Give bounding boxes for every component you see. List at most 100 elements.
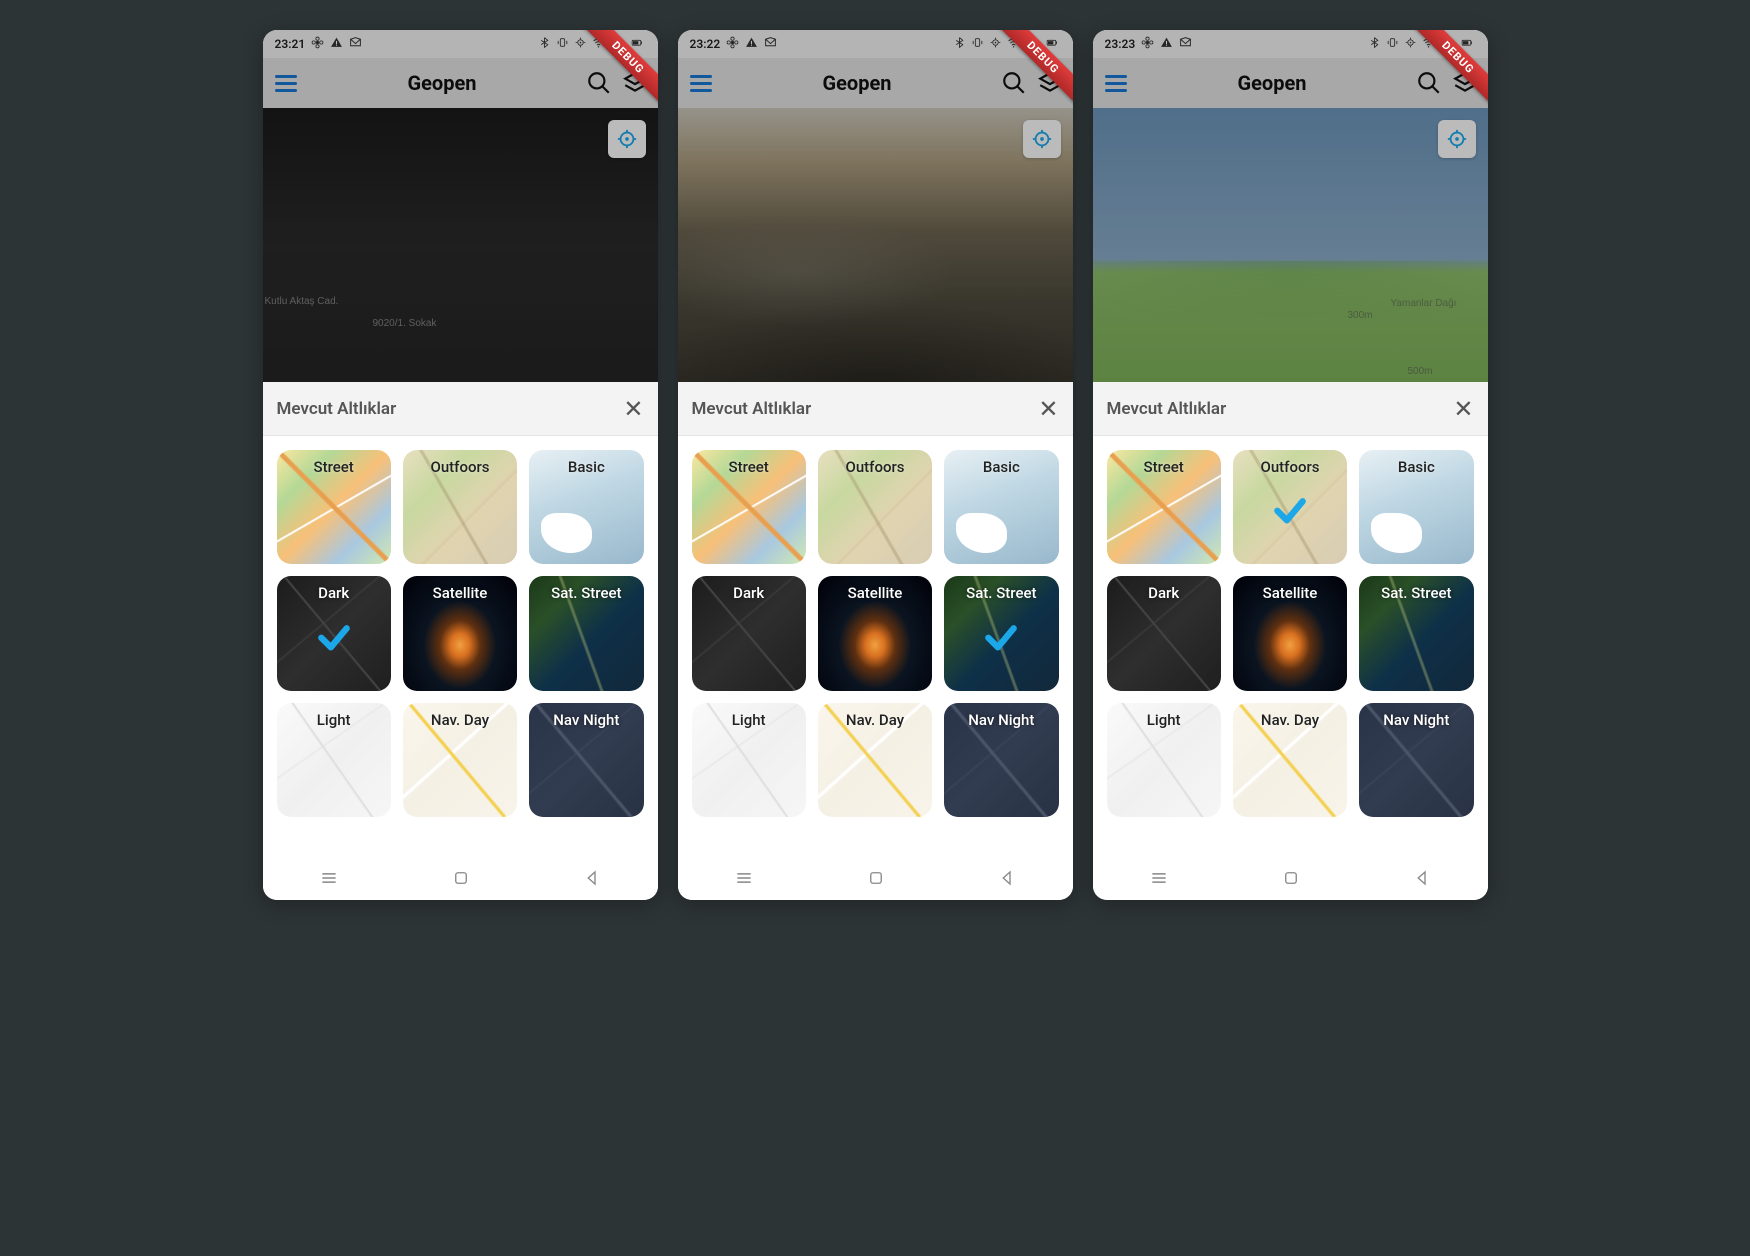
tile-label: Satellite	[848, 584, 903, 602]
bluetooth-icon	[1368, 36, 1381, 52]
basemap-tile-basic[interactable]: Basic	[529, 450, 643, 564]
basemap-tile-satellite[interactable]: Satellite	[818, 576, 932, 690]
search-icon[interactable]	[1001, 70, 1027, 96]
tile-label: Sat. Street	[966, 584, 1036, 602]
basemap-tile-satstreet[interactable]: Sat. Street	[529, 576, 643, 690]
sheet-header: Mevcut Altlıklar ✕	[1093, 382, 1488, 436]
basemap-sheet: Mevcut Altlıklar ✕ Street Outfoors Basic…	[1093, 382, 1488, 831]
locate-button[interactable]	[1438, 120, 1476, 158]
basemap-tile-navday[interactable]: Nav. Day	[403, 703, 517, 817]
location-icon	[989, 36, 1002, 52]
app-title: Geopen	[1139, 71, 1406, 95]
tile-label: Sat. Street	[551, 584, 621, 602]
basemap-tile-navnight[interactable]: Nav Night	[529, 703, 643, 817]
tile-label: Light	[732, 711, 766, 729]
tile-label: Satellite	[433, 584, 488, 602]
search-icon[interactable]	[586, 70, 612, 96]
map-view[interactable]: Kutlu Aktaş Cad.9020/1. Sokak9006/2. Sok…	[263, 108, 658, 382]
tile-label: Basic	[983, 458, 1020, 476]
search-icon[interactable]	[1416, 70, 1442, 96]
menu-button[interactable]	[1103, 69, 1129, 98]
tile-label: Dark	[318, 584, 349, 602]
basemap-tile-street[interactable]: Street	[277, 450, 391, 564]
tile-label: Nav Night	[1383, 711, 1449, 729]
flower-icon	[1141, 36, 1154, 52]
basemap-tile-light[interactable]: Light	[1107, 703, 1221, 817]
basemap-tile-navnight[interactable]: Nav Night	[1359, 703, 1473, 817]
app-title: Geopen	[309, 71, 576, 95]
basemap-tile-outdoors[interactable]: Outfoors	[1233, 450, 1347, 564]
close-icon[interactable]: ✕	[1453, 397, 1473, 421]
bluetooth-icon	[953, 36, 966, 52]
basemap-tile-navnight[interactable]: Nav Night	[944, 703, 1058, 817]
map-view[interactable]: Yamanlar Dağı300m500m	[1093, 108, 1488, 382]
tile-label: Outfoors	[845, 458, 904, 476]
status-time: 23:22	[690, 37, 721, 51]
basemap-tile-satstreet[interactable]: Sat. Street	[944, 576, 1058, 690]
tile-label: Nav. Day	[431, 711, 489, 729]
basemap-tile-dark[interactable]: Dark	[1107, 576, 1221, 690]
tile-label: Nav. Day	[846, 711, 904, 729]
alert-icon	[745, 36, 758, 52]
flower-icon	[726, 36, 739, 52]
locate-button[interactable]	[608, 120, 646, 158]
bluetooth-icon	[538, 36, 551, 52]
tile-label: Dark	[733, 584, 764, 602]
app-bar: Geopen	[1093, 58, 1488, 108]
basemap-tile-navday[interactable]: Nav. Day	[818, 703, 932, 817]
basemap-tile-outdoors[interactable]: Outfoors	[403, 450, 517, 564]
tile-label: Basic	[568, 458, 605, 476]
menu-button[interactable]	[688, 69, 714, 98]
vibrate-icon	[1386, 36, 1399, 52]
back-icon[interactable]	[998, 869, 1016, 887]
back-icon[interactable]	[1413, 869, 1431, 887]
sheet-header: Mevcut Altlıklar ✕	[678, 382, 1073, 436]
home-icon[interactable]	[452, 869, 470, 887]
basemap-tile-street[interactable]: Street	[1107, 450, 1221, 564]
basemap-tile-satellite[interactable]: Satellite	[403, 576, 517, 690]
locate-button[interactable]	[1023, 120, 1061, 158]
back-icon[interactable]	[583, 869, 601, 887]
tile-label: Nav Night	[968, 711, 1034, 729]
basemap-tile-satstreet[interactable]: Sat. Street	[1359, 576, 1473, 690]
basemap-tile-dark[interactable]: Dark	[277, 576, 391, 690]
basemap-tile-satellite[interactable]: Satellite	[1233, 576, 1347, 690]
recent-apps-icon[interactable]	[734, 868, 754, 888]
tile-label: Street	[314, 458, 354, 476]
mail-icon	[349, 36, 362, 52]
close-icon[interactable]: ✕	[1038, 397, 1058, 421]
basemap-grid: Street Outfoors Basic Dark Satellite Sat…	[1093, 436, 1488, 831]
tile-label: Nav Night	[553, 711, 619, 729]
home-icon[interactable]	[1282, 869, 1300, 887]
basemap-tile-light[interactable]: Light	[277, 703, 391, 817]
basemap-tile-dark[interactable]: Dark	[692, 576, 806, 690]
app-bar: Geopen	[678, 58, 1073, 108]
tile-label: Basic	[1398, 458, 1435, 476]
tile-label: Nav. Day	[1261, 711, 1319, 729]
recent-apps-icon[interactable]	[1149, 868, 1169, 888]
home-icon[interactable]	[867, 869, 885, 887]
close-icon[interactable]: ✕	[623, 397, 643, 421]
tile-label: Light	[317, 711, 351, 729]
recent-apps-icon[interactable]	[319, 868, 339, 888]
tile-label: Street	[1144, 458, 1184, 476]
tile-label: Outfoors	[430, 458, 489, 476]
tile-label: Dark	[1148, 584, 1179, 602]
status-time: 23:21	[275, 37, 306, 51]
tile-label: Sat. Street	[1381, 584, 1451, 602]
basemap-tile-basic[interactable]: Basic	[1359, 450, 1473, 564]
menu-button[interactable]	[273, 69, 299, 98]
basemap-tile-basic[interactable]: Basic	[944, 450, 1058, 564]
basemap-tile-street[interactable]: Street	[692, 450, 806, 564]
app-bar: Geopen	[263, 58, 658, 108]
map-view[interactable]	[678, 108, 1073, 382]
system-nav-bar	[678, 856, 1073, 900]
location-icon	[1404, 36, 1417, 52]
basemap-tile-outdoors[interactable]: Outfoors	[818, 450, 932, 564]
tile-label: Street	[729, 458, 769, 476]
basemap-tile-navday[interactable]: Nav. Day	[1233, 703, 1347, 817]
app-title: Geopen	[724, 71, 991, 95]
basemap-tile-light[interactable]: Light	[692, 703, 806, 817]
phone-screen-1: DEBUG 23:22 Geopen Mevcut Altlıklar ✕	[678, 30, 1073, 900]
alert-icon	[330, 36, 343, 52]
